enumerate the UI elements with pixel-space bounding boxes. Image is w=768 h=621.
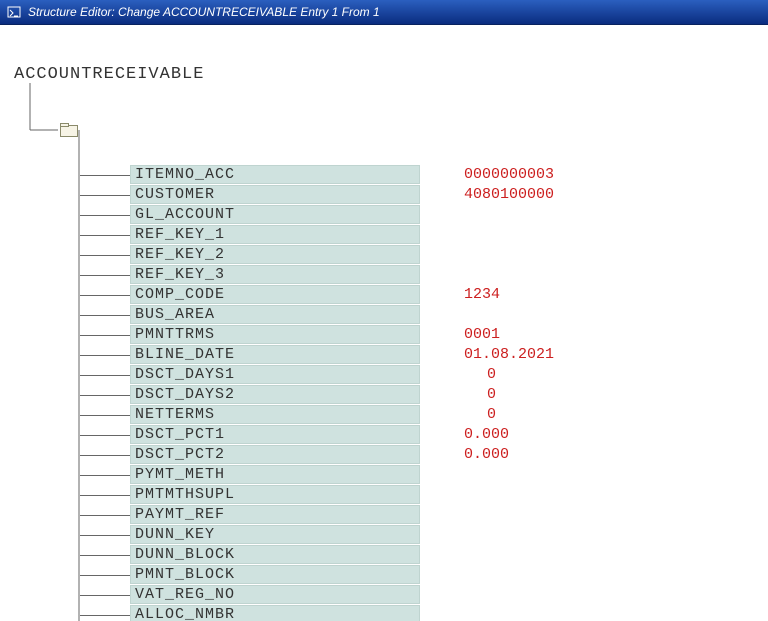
field-value[interactable]: 1234 [460, 285, 510, 304]
tree-hline [80, 435, 130, 436]
field-value[interactable] [460, 465, 476, 484]
window-title-bar: Structure Editor: Change ACCOUNTRECEIVAB… [0, 0, 768, 25]
field-value[interactable]: 0000000003 [460, 165, 570, 184]
field-label: COMP_CODE [130, 285, 420, 304]
tree-hline [80, 315, 130, 316]
field-value[interactable]: 0 [460, 405, 500, 424]
field-row: DUNN_BLOCK [80, 545, 768, 565]
tree-hline [80, 255, 130, 256]
field-value[interactable] [460, 305, 510, 324]
field-row: PMTMTHSUPL [80, 485, 768, 505]
folder-icon[interactable] [60, 123, 78, 137]
tree-hline [80, 235, 130, 236]
field-label: DSCT_PCT2 [130, 445, 420, 464]
field-value[interactable] [460, 605, 650, 621]
field-row: REF_KEY_1 [80, 225, 768, 245]
field-row: PMNTTRMS 0001 [80, 325, 768, 345]
field-value[interactable] [460, 565, 476, 584]
tree-hline [80, 475, 130, 476]
tree-hline [80, 535, 130, 536]
field-value[interactable]: 0.000 [460, 445, 520, 464]
field-value[interactable] [460, 265, 670, 284]
field-row: DUNN_KEY [80, 525, 768, 545]
field-row: PYMT_METH [80, 465, 768, 485]
field-row: DSCT_DAYS1 0 [80, 365, 768, 385]
field-value[interactable]: 0 [460, 385, 500, 404]
field-label: DSCT_DAYS1 [130, 365, 420, 384]
field-label: ALLOC_NMBR [130, 605, 420, 621]
field-row: BUS_AREA [80, 305, 768, 325]
field-value[interactable] [460, 505, 740, 524]
window-title: Structure Editor: Change ACCOUNTRECEIVAB… [28, 5, 380, 19]
field-label: DUNN_KEY [130, 525, 420, 544]
tree-hline [80, 375, 130, 376]
field-value[interactable] [460, 585, 670, 604]
field-value[interactable] [460, 205, 570, 224]
field-label: REF_KEY_2 [130, 245, 420, 264]
field-label: BLINE_DATE [130, 345, 420, 364]
field-label: BUS_AREA [130, 305, 420, 324]
field-label: ITEMNO_ACC [130, 165, 420, 184]
tree-connector-lines [0, 25, 80, 621]
field-row: PMNT_BLOCK [80, 565, 768, 585]
tree-hline [80, 615, 130, 616]
field-value[interactable]: 0 [460, 365, 500, 384]
field-row: NETTERMS 0 [80, 405, 768, 425]
tree-hline [80, 355, 130, 356]
tree-hline [80, 275, 130, 276]
field-row: BLINE_DATE 01.08.2021 [80, 345, 768, 365]
field-row: DSCT_DAYS2 0 [80, 385, 768, 405]
field-value[interactable]: 4080100000 [460, 185, 570, 204]
tree-hline [80, 575, 130, 576]
field-row: COMP_CODE 1234 [80, 285, 768, 305]
field-value[interactable] [460, 545, 476, 564]
field-value[interactable] [460, 485, 488, 504]
field-label: DSCT_PCT1 [130, 425, 420, 444]
field-label: PMTMTHSUPL [130, 485, 420, 504]
field-label: DUNN_BLOCK [130, 545, 420, 564]
field-row: DSCT_PCT1 0.000 [80, 425, 768, 445]
field-value[interactable] [460, 245, 590, 264]
field-label: VAT_REG_NO [130, 585, 420, 604]
field-value[interactable]: 0.000 [460, 425, 520, 444]
tree-hline [80, 415, 130, 416]
field-row: ITEMNO_ACC 0000000003 [80, 165, 768, 185]
tree-hline [80, 515, 130, 516]
field-value[interactable]: 01.08.2021 [460, 345, 570, 364]
tree-hline [80, 555, 130, 556]
tree-hline [80, 495, 130, 496]
field-row: PAYMT_REF [80, 505, 768, 525]
field-label: CUSTOMER [130, 185, 420, 204]
field-row: DSCT_PCT2 0.000 [80, 445, 768, 465]
root-structure-name: ACCOUNTRECEIVABLE [14, 65, 204, 84]
field-label: PAYMT_REF [130, 505, 420, 524]
field-row: REF_KEY_2 [80, 245, 768, 265]
tree-hline [80, 335, 130, 336]
field-value[interactable]: 0001 [460, 325, 510, 344]
tree-hline [80, 455, 130, 456]
field-label: PMNTTRMS [130, 325, 420, 344]
field-label: REF_KEY_3 [130, 265, 420, 284]
field-label: GL_ACCOUNT [130, 205, 420, 224]
tree-hline [80, 295, 130, 296]
field-row: CUSTOMER 4080100000 [80, 185, 768, 205]
tree-hline [80, 215, 130, 216]
tree-hline [80, 175, 130, 176]
field-row: VAT_REG_NO [80, 585, 768, 605]
field-value[interactable] [460, 225, 590, 244]
structure-editor: ACCOUNTRECEIVABLE ITEMNO_ACC0000000003CU… [0, 25, 768, 84]
field-label: PYMT_METH [130, 465, 420, 484]
field-row: GL_ACCOUNT [80, 205, 768, 225]
field-row: REF_KEY_3 [80, 265, 768, 285]
tree-hline [80, 395, 130, 396]
field-label: DSCT_DAYS2 [130, 385, 420, 404]
field-value[interactable] [460, 525, 476, 544]
window-menu-icon[interactable] [6, 4, 22, 20]
field-label: REF_KEY_1 [130, 225, 420, 244]
field-label: NETTERMS [130, 405, 420, 424]
field-label: PMNT_BLOCK [130, 565, 420, 584]
tree-hline [80, 195, 130, 196]
tree-hline [80, 595, 130, 596]
field-row: ALLOC_NMBR [80, 605, 768, 621]
